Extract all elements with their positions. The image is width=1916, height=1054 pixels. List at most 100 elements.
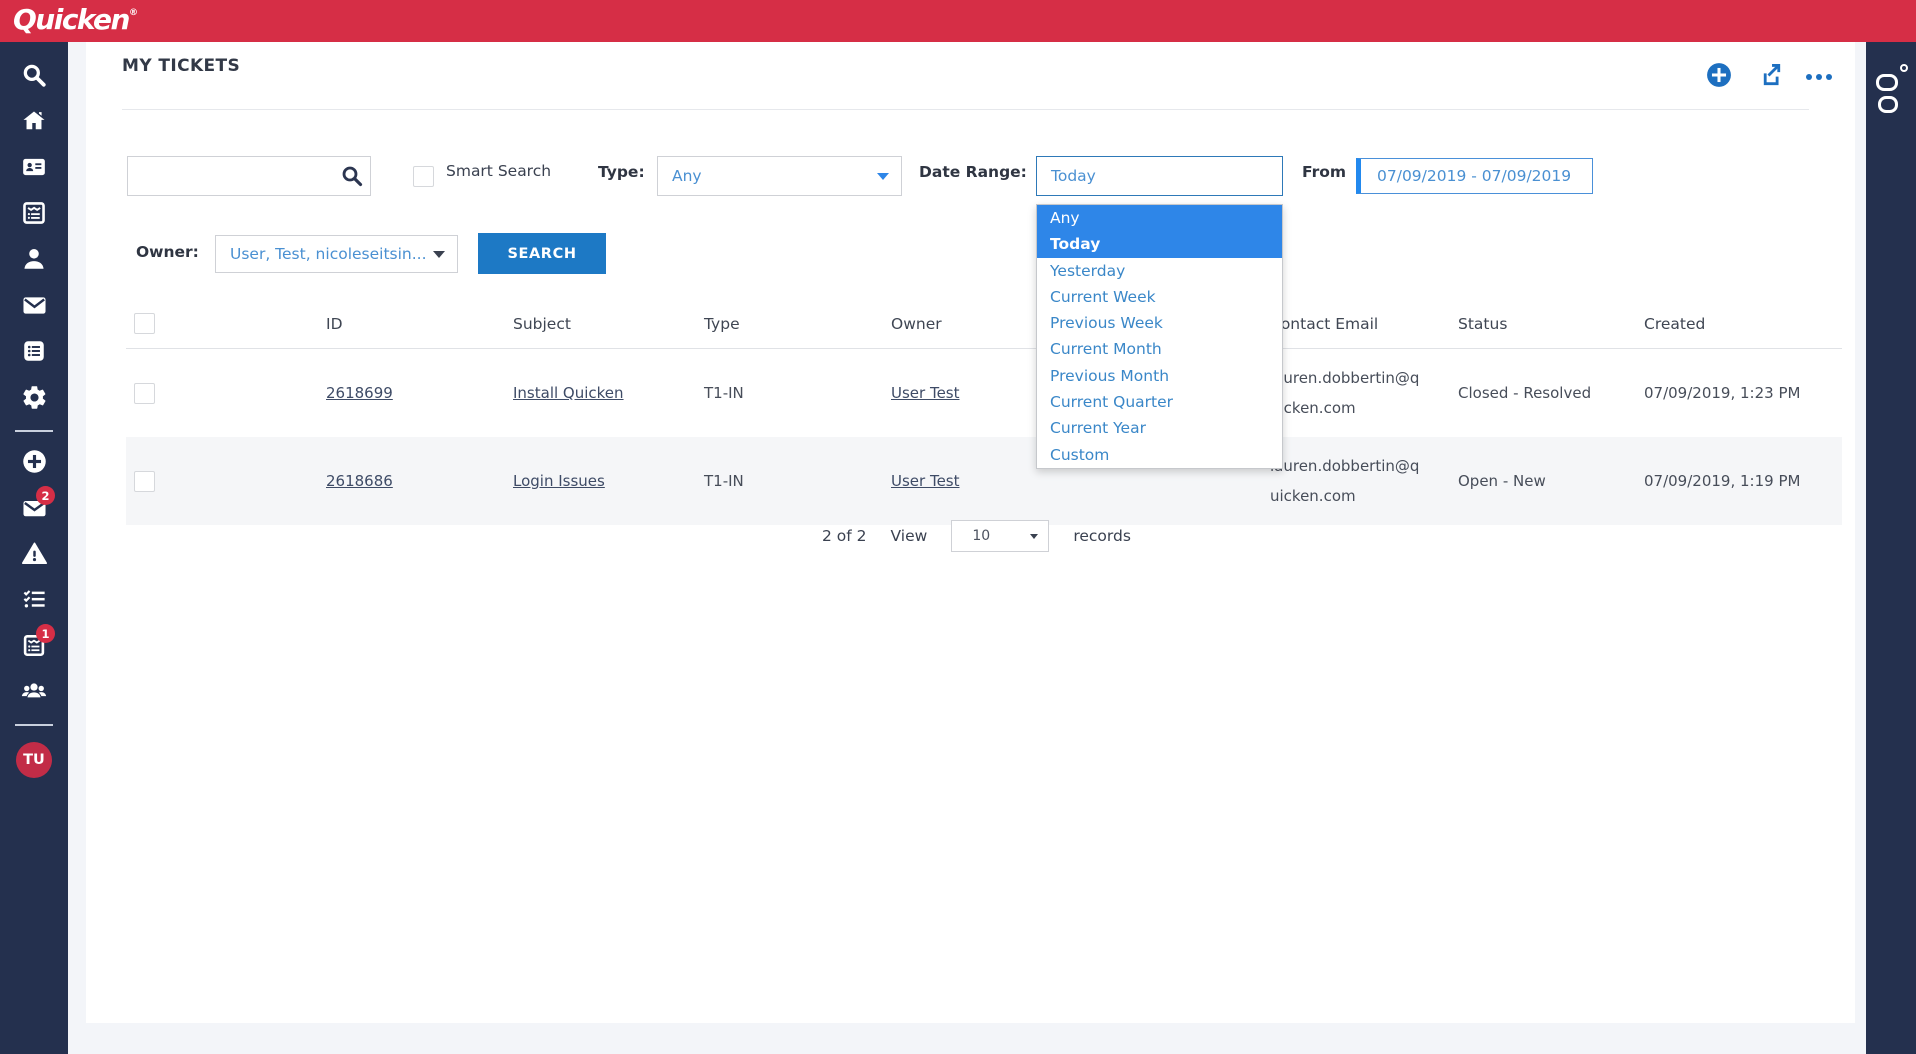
- ticket-subject-link[interactable]: Install Quicken: [513, 384, 624, 402]
- warning-triangle-icon: [21, 540, 48, 571]
- sidebar-item-home[interactable]: [0, 100, 68, 146]
- chevron-down-icon: [877, 173, 889, 180]
- dropdown-option-custom[interactable]: Custom: [1037, 442, 1282, 468]
- plus-circle-icon: [21, 448, 48, 479]
- sidebar-item-notes[interactable]: 1: [0, 624, 68, 670]
- row-checkbox[interactable]: [134, 471, 155, 492]
- sidebar-item-mail[interactable]: [0, 284, 68, 330]
- ticket-search-input[interactable]: [128, 157, 340, 195]
- quicken-logo: Quicken®: [13, 3, 138, 36]
- contact-email: lauren.dobbertin@quicken.com: [1270, 451, 1422, 511]
- dropdown-option-current-year[interactable]: Current Year: [1037, 415, 1282, 441]
- dropdown-option-current-week[interactable]: Current Week: [1037, 284, 1282, 310]
- chevron-down-icon: [433, 251, 445, 258]
- sidebar-item-list[interactable]: [0, 330, 68, 376]
- go-logo-dot: [1900, 64, 1908, 72]
- table-header-row: ID Subject Type Owner Contact Email Stat…: [126, 299, 1842, 349]
- row-checkbox[interactable]: [134, 383, 155, 404]
- list-icon: [21, 338, 47, 368]
- home-icon: [21, 108, 47, 138]
- select-all-checkbox[interactable]: [134, 313, 155, 334]
- sidebar-item-teams[interactable]: [0, 670, 68, 716]
- sidebar-item-search[interactable]: [0, 54, 68, 100]
- owner-select[interactable]: User, Test, nicoleseitsin...: [215, 235, 458, 273]
- from-label: From: [1302, 163, 1346, 181]
- from-date-range-field[interactable]: 07/09/2019 - 07/09/2019: [1356, 158, 1593, 194]
- user-avatar[interactable]: TU: [16, 742, 52, 778]
- export-button[interactable]: [1756, 64, 1782, 90]
- contact-email: lauren.dobbertin@quicken.com: [1270, 363, 1422, 423]
- search-button[interactable]: SEARCH: [478, 233, 606, 274]
- left-nav-sidebar: 2 1 TU: [0, 42, 68, 1054]
- dropdown-option-today[interactable]: Today: [1037, 231, 1282, 257]
- page-title: MY TICKETS: [122, 56, 240, 76]
- add-ticket-button[interactable]: [1706, 64, 1732, 90]
- memo-icon: [21, 200, 47, 230]
- view-label: View: [891, 527, 928, 545]
- sidebar-divider: [15, 724, 53, 726]
- column-header-contact-email[interactable]: Contact Email: [1270, 315, 1458, 333]
- type-label: Type:: [598, 163, 645, 181]
- ticket-owner-link[interactable]: User Test: [891, 472, 960, 490]
- sidebar-item-add-new[interactable]: [0, 440, 68, 486]
- record-range-text: 2 of 2: [822, 527, 867, 545]
- date-range-select[interactable]: Today: [1036, 156, 1283, 196]
- sidebar-item-tasks[interactable]: [0, 578, 68, 624]
- date-range-label: Date Range:: [919, 163, 1027, 181]
- sidebar-divider: [15, 430, 53, 432]
- envelope-icon: [21, 292, 48, 323]
- type-select[interactable]: Any: [657, 156, 902, 196]
- main-content-card: MY TICKETS Smart Search Type: Any Date R…: [86, 42, 1855, 1023]
- records-label: records: [1073, 527, 1131, 545]
- column-header-created[interactable]: Created: [1644, 315, 1842, 333]
- date-range-dropdown-list: Any Today Yesterday Current Week Previou…: [1036, 204, 1283, 469]
- column-header-status[interactable]: Status: [1458, 315, 1644, 333]
- checklist-icon: [21, 586, 48, 617]
- dropdown-option-yesterday[interactable]: Yesterday: [1037, 258, 1282, 284]
- header-actions: [1706, 64, 1832, 90]
- column-header-type[interactable]: Type: [704, 315, 891, 333]
- more-options-button[interactable]: [1806, 64, 1832, 90]
- ticket-id-link[interactable]: 2618686: [326, 472, 393, 490]
- ticket-status: Closed - Resolved: [1458, 384, 1644, 402]
- dropdown-option-previous-week[interactable]: Previous Week: [1037, 310, 1282, 336]
- person-icon: [21, 246, 47, 276]
- go-logo-shape: [1878, 96, 1898, 113]
- ellipsis-icon: [1806, 74, 1832, 80]
- owner-label: Owner:: [136, 243, 199, 261]
- chevron-down-icon: [1030, 534, 1038, 539]
- table-row: 2618686 Login Issues T1-IN User Test lau…: [126, 437, 1842, 525]
- top-brand-bar: Quicken®: [0, 0, 1916, 42]
- dropdown-option-any[interactable]: Any: [1037, 205, 1282, 231]
- right-side-strip: [1866, 42, 1916, 1054]
- sidebar-item-settings[interactable]: [0, 376, 68, 422]
- ticket-status: Open - New: [1458, 472, 1644, 490]
- dropdown-option-previous-month[interactable]: Previous Month: [1037, 363, 1282, 389]
- go-vertical-logo[interactable]: [1876, 64, 1906, 120]
- ticket-type: T1-IN: [704, 384, 891, 402]
- contact-card-icon: [21, 154, 47, 184]
- inbox-count-badge: 2: [36, 486, 55, 505]
- ticket-type: T1-IN: [704, 472, 891, 490]
- go-logo-shape: [1876, 74, 1898, 91]
- ticket-subject-link[interactable]: Login Issues: [513, 472, 605, 490]
- smart-search-checkbox[interactable]: [413, 166, 434, 187]
- column-header-subject[interactable]: Subject: [513, 315, 704, 333]
- sidebar-item-profile[interactable]: [0, 238, 68, 284]
- dropdown-option-current-quarter[interactable]: Current Quarter: [1037, 389, 1282, 415]
- gear-icon: [21, 384, 48, 415]
- people-group-icon: [20, 677, 48, 709]
- sidebar-item-tickets[interactable]: [0, 192, 68, 238]
- ticket-owner-link[interactable]: User Test: [891, 384, 960, 402]
- sidebar-item-alerts[interactable]: [0, 532, 68, 578]
- ticket-id-link[interactable]: 2618699: [326, 384, 393, 402]
- tickets-table: ID Subject Type Owner Contact Email Stat…: [126, 299, 1842, 525]
- search-icon[interactable]: [340, 164, 364, 188]
- sidebar-item-inbox[interactable]: 2: [0, 486, 68, 532]
- sidebar-item-contacts[interactable]: [0, 146, 68, 192]
- page-size-select[interactable]: 10: [951, 520, 1049, 552]
- column-header-id[interactable]: ID: [326, 315, 513, 333]
- dropdown-option-current-month[interactable]: Current Month: [1037, 336, 1282, 362]
- pagination-bar: 2 of 2 View 10 records: [822, 520, 1131, 552]
- title-divider: [122, 109, 1809, 110]
